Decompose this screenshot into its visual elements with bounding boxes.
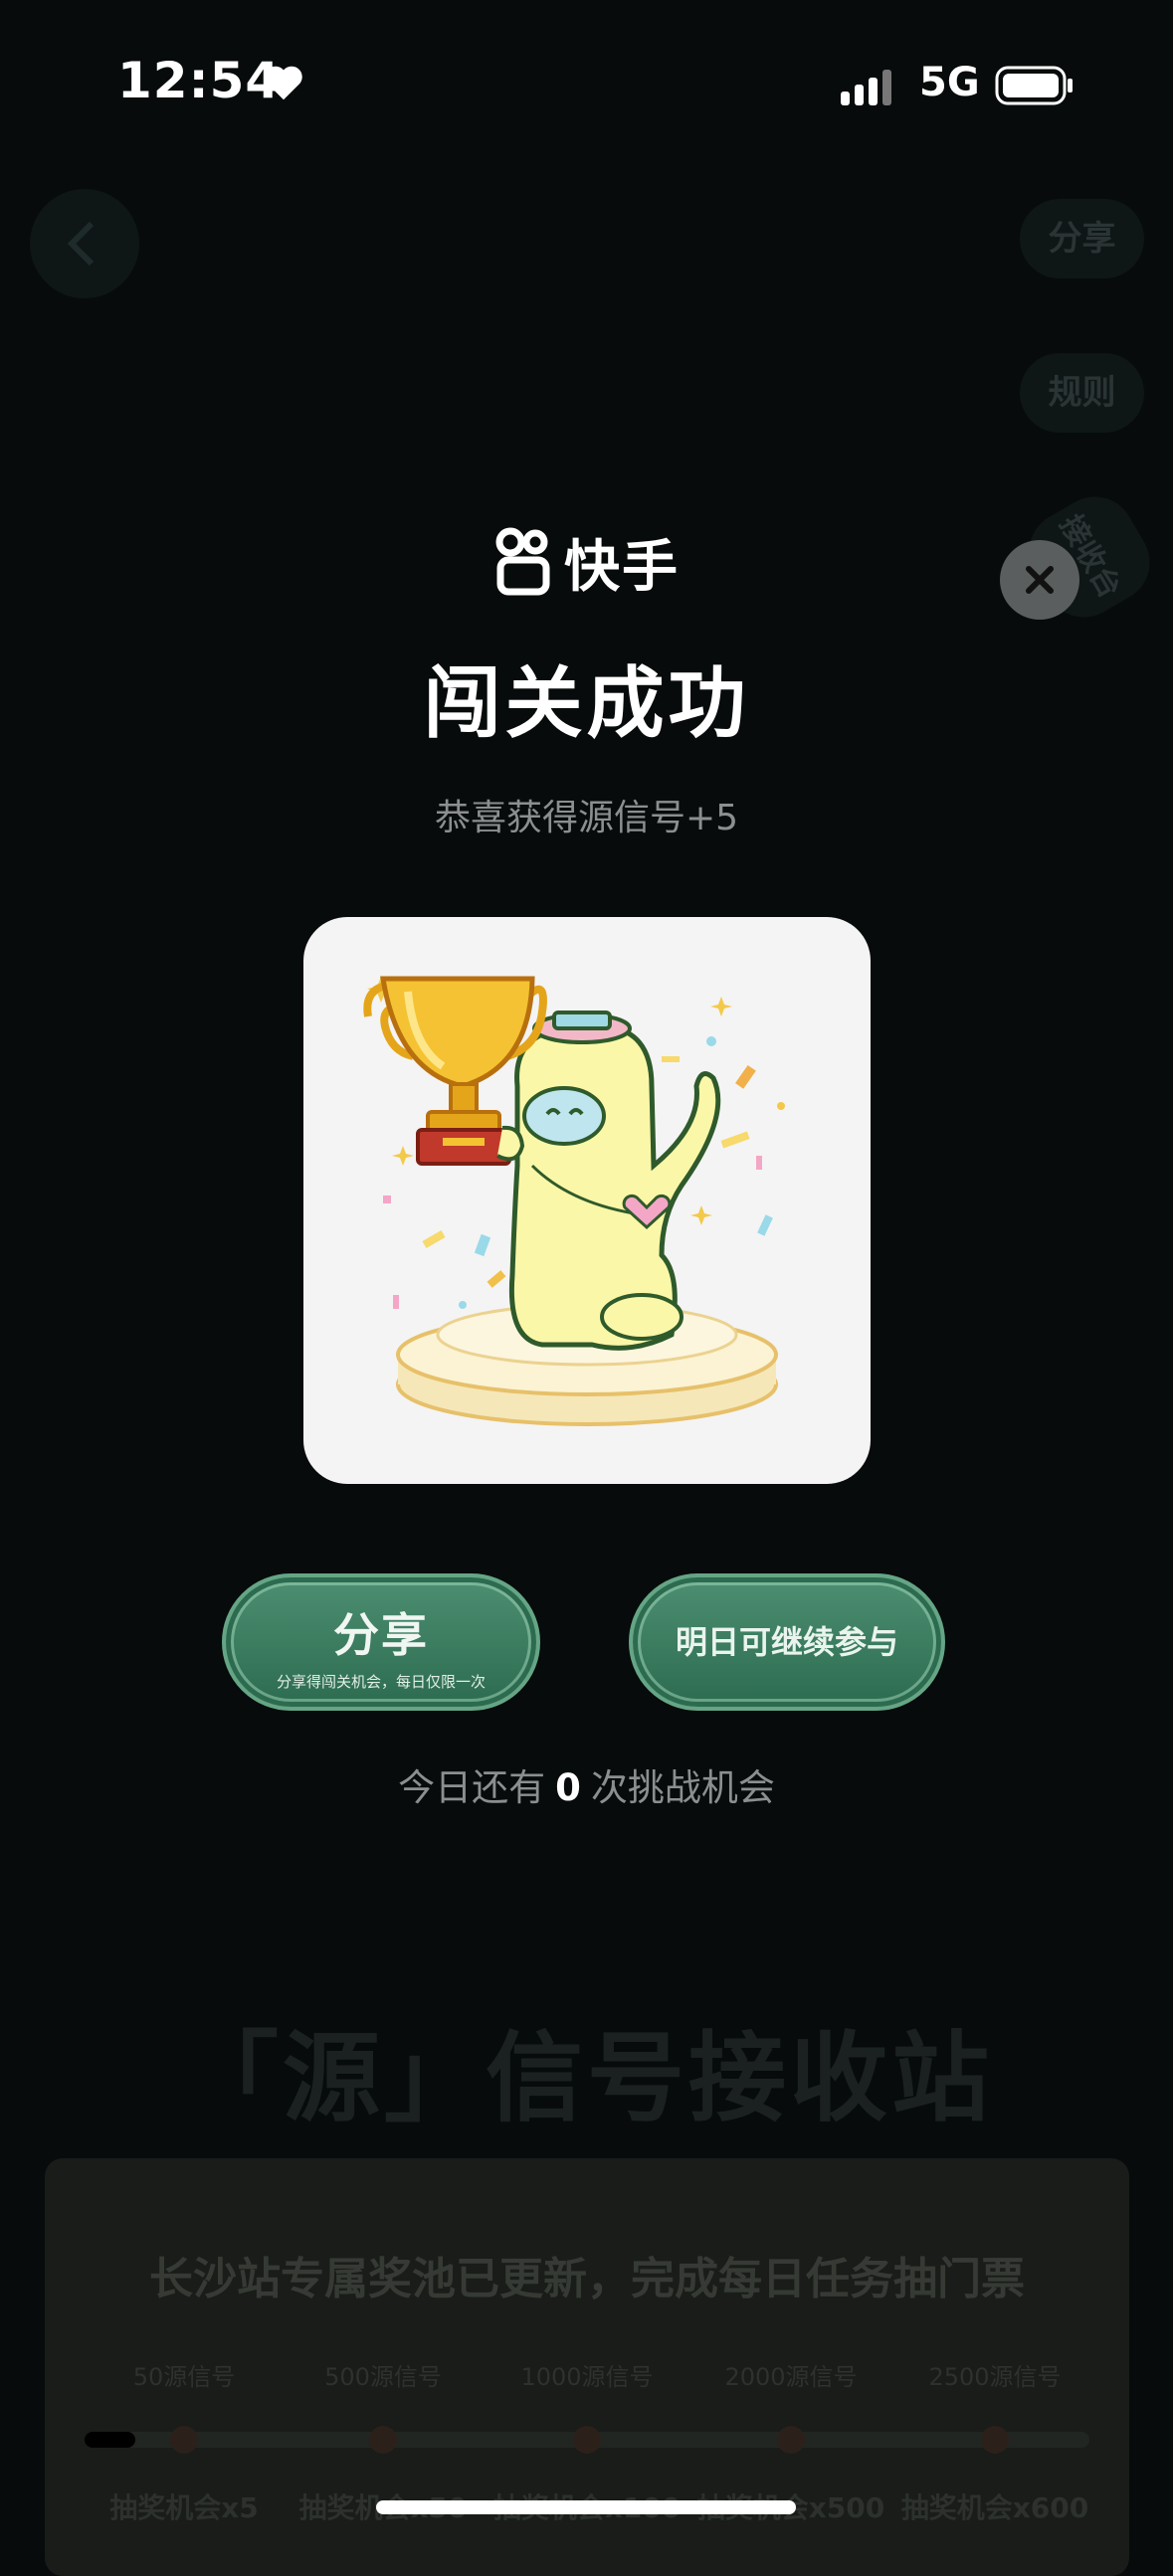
tier-dot bbox=[170, 2426, 198, 2454]
tier-threshold: 50源信号 bbox=[132, 2363, 236, 2391]
dialog-subtitle: 恭喜获得源信号+5 bbox=[434, 798, 739, 838]
event-banner: 「源」信号接收站 bbox=[180, 2022, 993, 2135]
dialog-title: 闯关成功 bbox=[423, 659, 750, 749]
reward-image-card bbox=[303, 917, 871, 1484]
chevron-left-icon bbox=[67, 221, 95, 267]
tier-dot bbox=[777, 2426, 805, 2454]
home-indicator[interactable] bbox=[376, 2500, 796, 2514]
tier-dot bbox=[573, 2426, 601, 2454]
share-button[interactable]: 分享 分享得闯关机会，每日仅限一次 bbox=[222, 1573, 540, 1711]
reward-card-title: 长沙站专属奖池已更新，完成每日任务抽门票 bbox=[149, 2254, 1025, 2304]
signal-icon bbox=[841, 70, 891, 105]
tier-threshold: 500源信号 bbox=[324, 2363, 442, 2391]
kuaishou-brand: 快手 bbox=[492, 527, 680, 600]
rules-button[interactable]: 规则 bbox=[1020, 353, 1144, 433]
brand-name: 快手 bbox=[564, 534, 680, 600]
continue-tomorrow-button[interactable]: 明日可继续参与 bbox=[629, 1573, 945, 1711]
tier-dot bbox=[369, 2426, 397, 2454]
back-button[interactable] bbox=[30, 189, 139, 298]
tier-threshold: 2000源信号 bbox=[724, 2363, 858, 2391]
tier-prize: 抽奖机会x600 bbox=[900, 2491, 1089, 2524]
tier-prize: 抽奖机会x5 bbox=[109, 2491, 259, 2524]
tier-dot bbox=[981, 2426, 1009, 2454]
mascot bbox=[508, 1011, 721, 1351]
chances-count: 0 bbox=[555, 1766, 581, 1809]
status-time: 12:54 bbox=[117, 52, 282, 109]
share-page-button[interactable]: 分享 bbox=[1020, 199, 1144, 278]
share-button-note: 分享得闯关机会，每日仅限一次 bbox=[276, 1673, 486, 1691]
share-button-label: 分享 bbox=[333, 1608, 429, 1662]
close-button[interactable] bbox=[1000, 540, 1079, 620]
heart-icon bbox=[265, 66, 302, 100]
remaining-chances: 今日还有 0 次挑战机会 bbox=[0, 1757, 1173, 1811]
trophy-mascot-illustration bbox=[363, 976, 785, 1426]
tier-threshold: 2500源信号 bbox=[928, 2363, 1062, 2391]
network-type: 5G bbox=[919, 60, 980, 105]
close-icon bbox=[1026, 566, 1054, 594]
kuaishou-logo-icon bbox=[495, 527, 550, 596]
progress-fill bbox=[85, 2432, 135, 2448]
chances-suffix: 次挑战机会 bbox=[590, 1766, 775, 1809]
battery-icon bbox=[995, 66, 1073, 105]
chances-prefix: 今日还有 bbox=[398, 1766, 546, 1809]
tier-threshold: 1000源信号 bbox=[520, 2363, 654, 2391]
